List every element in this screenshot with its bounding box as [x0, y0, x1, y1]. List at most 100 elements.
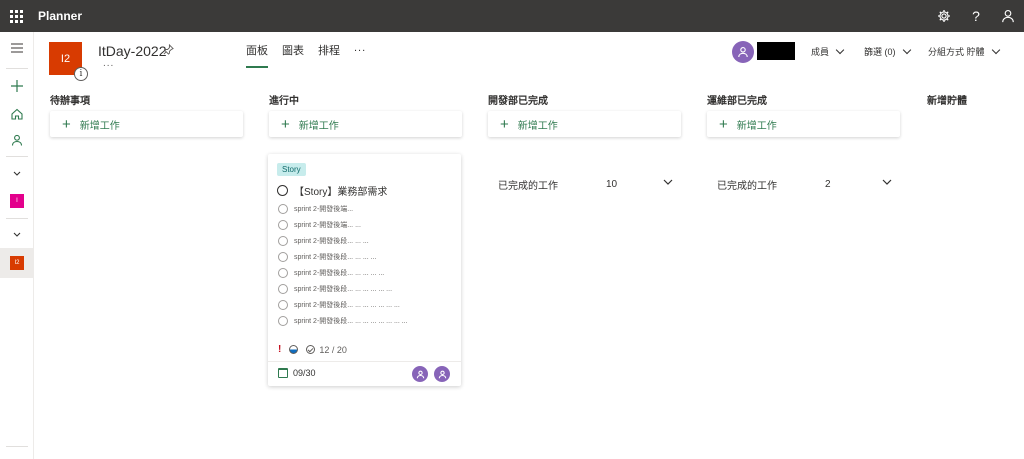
filter-button[interactable]: 篩選 (0)	[864, 45, 911, 58]
task-label-chip: Story	[277, 163, 306, 176]
group-by-button[interactable]: 分組方式 貯體	[928, 45, 1000, 58]
card-divider	[268, 361, 461, 362]
chevron-down-icon	[13, 232, 21, 237]
group-by-label: 分組方式 貯體	[928, 47, 985, 57]
checklist-progress: 12 / 20	[319, 344, 347, 355]
pinned-section-toggle[interactable]	[0, 162, 34, 186]
checklist-item: sprint 2-開發後段... ... ... ... ... ... ...	[278, 300, 400, 310]
member-avatar[interactable]	[732, 41, 754, 63]
app-title[interactable]: Planner	[38, 9, 82, 23]
tabs-more-button[interactable]: ...	[354, 42, 366, 54]
add-task-button[interactable]: + 新增工作	[269, 111, 462, 137]
app-launcher-button[interactable]	[0, 0, 32, 32]
checklist-text: sprint 2-開發後段... ... ... ... ... ... ...…	[294, 318, 408, 325]
person-icon	[738, 47, 748, 58]
plus-icon: +	[62, 115, 71, 133]
bucket-title[interactable]: 開發部已完成	[488, 92, 548, 107]
checklist-item: sprint 2-開發後端... ...	[278, 220, 361, 230]
add-task-label: 新增工作	[298, 120, 339, 132]
add-task-button[interactable]: + 新增工作	[707, 111, 900, 137]
hamburger-icon	[11, 43, 23, 53]
waffle-icon	[9, 9, 23, 23]
plan-more-button[interactable]: ...	[103, 58, 114, 69]
tab-schedule[interactable]: 排程	[318, 42, 340, 64]
tab-board[interactable]: 面板	[246, 42, 268, 68]
chevron-down-icon	[835, 45, 845, 54]
plan-info-button[interactable]: i	[74, 67, 88, 81]
task-meta: ! 12 / 20	[278, 344, 347, 355]
checklist-checkbox[interactable]	[278, 300, 288, 310]
help-button[interactable]: ?	[960, 0, 992, 32]
rail-divider	[6, 68, 28, 69]
checklist-text: sprint 2-開發後端... ...	[294, 222, 361, 229]
checklist-checkbox[interactable]	[278, 236, 288, 246]
task-title: 【Story】業務部需求	[294, 187, 388, 198]
person-icon	[416, 370, 424, 378]
tab-charts[interactable]: 圖表	[282, 42, 304, 64]
gear-icon	[938, 10, 950, 22]
rail-plan-item-selected[interactable]: I2	[0, 248, 34, 278]
checklist-checkbox[interactable]	[278, 220, 288, 230]
pin-button[interactable]	[163, 43, 174, 58]
completed-label: 已完成的工作	[717, 181, 777, 192]
recent-section-toggle[interactable]	[0, 223, 34, 247]
task-card[interactable]: Story 【Story】業務部需求 sprint 2-開發後端... spri…	[268, 154, 461, 386]
due-date: 09/30	[278, 368, 316, 378]
add-task-label: 新增工作	[79, 120, 120, 132]
plan-badge: I2	[10, 256, 24, 270]
checklist-text: sprint 2-開發後段... ... ... ... ...	[294, 270, 385, 277]
checklist-item: sprint 2-開發後段... ... ... ... ... ...	[278, 284, 392, 294]
completed-tasks-toggle[interactable]: 已完成的工作 2	[717, 177, 892, 192]
complete-task-checkbox[interactable]	[277, 185, 288, 196]
filter-label: 篩選 (0)	[864, 47, 896, 57]
rail-divider	[6, 446, 28, 447]
person-icon	[438, 370, 446, 378]
my-tasks-button[interactable]	[0, 128, 34, 152]
checklist-text: sprint 2-開發後段... ... ... ... ... ...	[294, 286, 393, 293]
checklist-item: sprint 2-開發後段... ... ... ... ...	[278, 268, 384, 278]
chevron-down-icon	[902, 45, 911, 54]
checklist-checkbox[interactable]	[278, 284, 288, 294]
assignee-avatar[interactable]	[434, 366, 450, 382]
members-button[interactable]: 成員	[811, 45, 845, 58]
checklist-text: sprint 2-開發後段... ... ... ...	[294, 254, 377, 261]
left-rail: I I2	[0, 32, 34, 459]
rail-divider	[6, 218, 28, 219]
assignee-avatar[interactable]	[412, 366, 428, 382]
add-task-label: 新增工作	[517, 120, 558, 132]
bucket-title[interactable]: 待辦事項	[50, 92, 90, 107]
completed-label: 已完成的工作	[498, 181, 558, 192]
account-button[interactable]	[992, 0, 1024, 32]
checklist-checkbox[interactable]	[278, 204, 288, 214]
add-bucket-button[interactable]: 新增貯體	[927, 92, 967, 107]
settings-button[interactable]	[928, 0, 960, 32]
planner-hub-button[interactable]	[0, 102, 34, 126]
chevron-down-icon	[663, 179, 673, 185]
help-icon: ?	[972, 8, 980, 24]
completed-tasks-toggle[interactable]: 已完成的工作 10	[498, 177, 673, 192]
task-header: 【Story】業務部需求	[277, 183, 387, 198]
checklist-checkbox[interactable]	[278, 252, 288, 262]
due-date-text: 09/30	[293, 368, 316, 378]
add-task-button[interactable]: + 新增工作	[488, 111, 681, 137]
collapse-nav-button[interactable]	[0, 36, 34, 60]
chevron-down-icon	[13, 171, 21, 176]
rail-plan-item[interactable]: I	[0, 189, 34, 213]
bucket-title[interactable]: 運維部已完成	[707, 92, 767, 107]
checklist-item: sprint 2-開發後端...	[278, 204, 353, 214]
plan-badge: I	[10, 194, 24, 208]
checklist-checkbox[interactable]	[278, 268, 288, 278]
chevron-down-icon	[991, 45, 1000, 54]
checklist-item: sprint 2-開發後段... ... ... ... ... ... ...…	[278, 316, 408, 326]
plus-icon: +	[719, 115, 728, 133]
checklist-item: sprint 2-開發後段... ... ... ...	[278, 252, 376, 262]
members-label: 成員	[811, 47, 830, 57]
checklist-icon	[306, 345, 316, 354]
add-task-button[interactable]: + 新增工作	[50, 111, 243, 137]
checklist-checkbox[interactable]	[278, 316, 288, 326]
bucket-title[interactable]: 進行中	[269, 92, 299, 107]
plan-title: ItDay-2022	[98, 43, 167, 59]
calendar-icon	[278, 368, 288, 378]
new-plan-button[interactable]	[0, 74, 34, 98]
chevron-down-icon	[882, 179, 892, 185]
